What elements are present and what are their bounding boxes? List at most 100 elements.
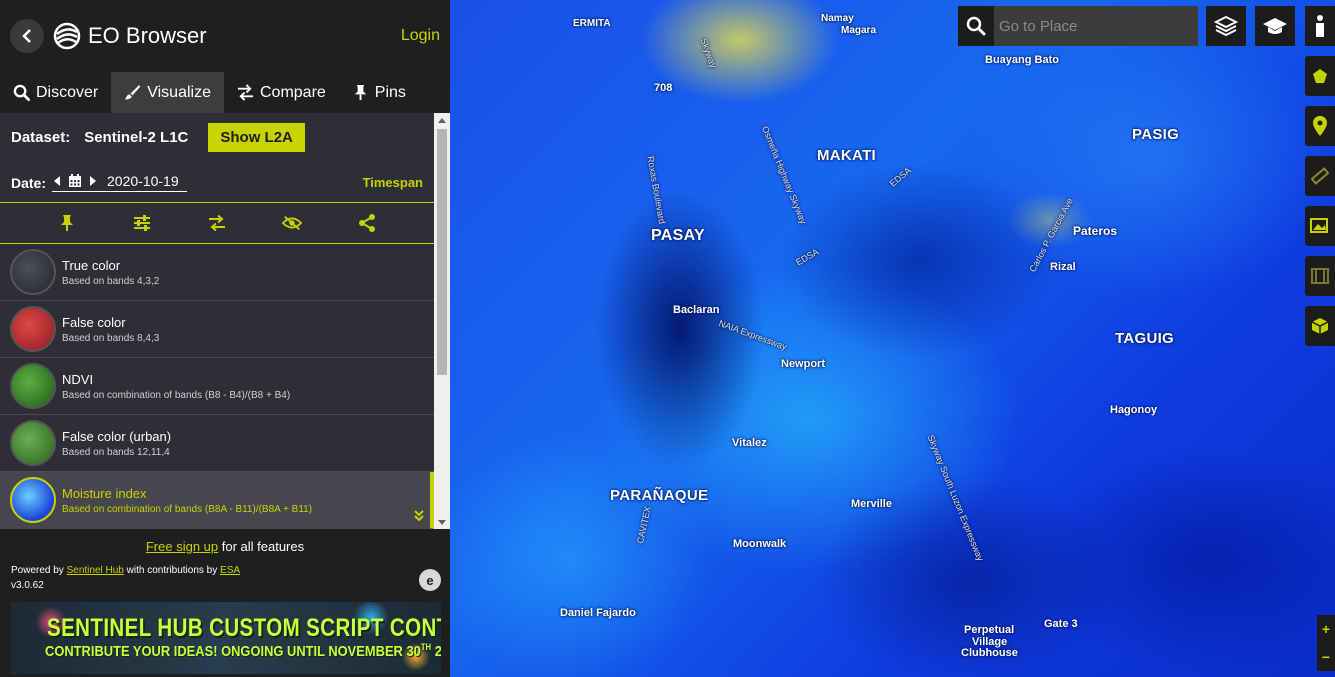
layer-list: True color Based on bands 4,3,2 False co… [0, 244, 434, 529]
date-picker: 2020-10-19 [52, 173, 187, 192]
map-label-perpetual: Perpetual [964, 624, 1015, 636]
map-label-pasay: PASAY [651, 227, 705, 244]
banner-subtitle: CONTRIBUTE YOUR IDEAS! ONGOING UNTIL NOV… [45, 642, 441, 660]
eo-browser-app: ERMITA Namay Magara Buayang Bato 708 MAK… [0, 0, 1335, 677]
layer-name: False color (urban) [62, 428, 172, 444]
pin-icon[interactable] [57, 213, 77, 233]
layer-item-false-color[interactable]: False color Based on bands 8,4,3 [0, 301, 434, 358]
chevron-double-down-icon[interactable] [414, 510, 424, 522]
map-label-708: 708 [654, 82, 673, 94]
road-label-south-luzon-expressway: Skyway South Luzon Expressway [925, 433, 986, 563]
layer-name: NDVI [62, 371, 94, 387]
dataset-value: Sentinel-2 L1C [84, 129, 189, 146]
calendar-icon[interactable] [68, 174, 82, 188]
share-icon[interactable] [357, 213, 377, 233]
map-label-hagonoy: Hagonoy [1110, 404, 1158, 416]
timespan-link[interactable]: Timespan [363, 175, 423, 190]
esa-link[interactable]: ESA [220, 565, 240, 576]
date-value[interactable]: 2020-10-19 [107, 173, 179, 189]
layer-item-true-color[interactable]: True color Based on bands 4,3,2 [0, 244, 434, 301]
scroll-up-icon[interactable] [434, 113, 450, 127]
map-label-moonwalk: Moonwalk [733, 538, 787, 550]
map-label-buayang-bato: Buayang Bato [985, 54, 1059, 66]
show-l2a-button[interactable]: Show L2A [208, 123, 305, 152]
scrollbar[interactable] [434, 113, 450, 529]
map-label-magara: Magara [841, 25, 877, 36]
film-icon[interactable] [1305, 256, 1335, 296]
map-label-vitalez: Vitalez [732, 437, 767, 449]
map-label-taguig: TAGUIG [1115, 330, 1175, 347]
sentinel-hub-link[interactable]: Sentinel Hub [67, 565, 124, 576]
map-view[interactable]: ERMITA Namay Magara Buayang Bato 708 MAK… [450, 0, 1335, 677]
map-label-makati: MAKATI [817, 147, 877, 164]
info-icon[interactable] [1305, 6, 1335, 46]
powered-by-text: Powered by Sentinel Hub with contributio… [11, 565, 240, 576]
road-label-edsa-1: EDSA [887, 165, 913, 189]
go-to-place-search [958, 6, 1198, 46]
layer-description: Based on combination of bands (B8 - B4)/… [62, 389, 291, 401]
swap-icon[interactable] [207, 213, 227, 233]
custom-script-contest-banner[interactable]: SENTINEL HUB CUSTOM SCRIPT CONTEST CONTR… [11, 602, 441, 674]
collapse-back-icon[interactable] [10, 19, 44, 53]
graduation-cap-icon[interactable] [1255, 6, 1295, 46]
search-icon [13, 84, 30, 101]
paintbrush-icon [125, 84, 141, 100]
hide-eye-icon[interactable] [281, 213, 302, 233]
ruler-icon[interactable] [1305, 156, 1335, 196]
next-date-icon[interactable] [89, 176, 97, 186]
road-label-naia-expressway: NAIA Expressway [717, 318, 789, 352]
layer-toolbar [0, 202, 434, 244]
search-icon[interactable] [958, 6, 994, 46]
zoom-out-button[interactable]: − [1322, 650, 1330, 664]
map-label-clubhouse: Clubhouse [961, 647, 1018, 659]
free-signup-link[interactable]: Free sign up [146, 539, 218, 554]
polygon-icon[interactable] [1305, 56, 1335, 96]
pin-icon [354, 84, 366, 101]
layer-thumbnail [10, 420, 56, 466]
road-label-osmena-skyway: Osmeña Highway Skyway [760, 124, 809, 226]
app-title: EO Browser [88, 23, 207, 48]
layer-name: True color [62, 257, 121, 273]
map-label-pasig: PASIG [1132, 126, 1180, 143]
layer-item-ndvi[interactable]: NDVI Based on combination of bands (B8 -… [0, 358, 434, 415]
map-label-namay: Namay [821, 13, 854, 24]
location-marker-icon[interactable] [1305, 106, 1335, 146]
tab-label: Pins [374, 83, 406, 101]
road-label-cavitex: CAVITEX [635, 505, 653, 545]
map-label-rizal: Rizal [1050, 261, 1076, 273]
sliders-icon[interactable] [132, 213, 152, 233]
dataset-row: Dataset: Sentinel-2 L1C Show L2A [11, 123, 305, 152]
signup-row: Free sign up for all features [0, 539, 450, 554]
road-label-edsa-2: EDSA [794, 246, 821, 268]
esa-logo-icon[interactable]: e [419, 569, 441, 591]
road-label-skyway: Skyway [698, 36, 719, 70]
layer-thumbnail [10, 363, 56, 409]
map-label-paranaque: PARAÑAQUE [610, 487, 709, 504]
sidebar-footer: Free sign up for all features Powered by… [0, 529, 450, 677]
scrollbar-thumb[interactable] [437, 129, 447, 375]
layer-thumbnail [10, 477, 56, 523]
tab-label: Discover [36, 83, 99, 101]
layers-icon[interactable] [1206, 6, 1246, 46]
tab-visualize[interactable]: Visualize [111, 72, 224, 113]
map-label-ermita: ERMITA [573, 18, 611, 29]
layer-thumbnail [10, 306, 56, 352]
tab-discover[interactable]: Discover [0, 72, 111, 113]
previous-date-icon[interactable] [54, 176, 61, 186]
layer-description: Based on bands 4,3,2 [62, 275, 160, 287]
sidebar-panel: EO Browser Login Discover Visualize Comp… [0, 0, 450, 677]
cube-3d-icon[interactable] [1305, 306, 1335, 346]
scroll-down-icon[interactable] [434, 515, 450, 529]
tab-label: Visualize [147, 83, 211, 101]
tab-pins[interactable]: Pins [339, 72, 419, 113]
layer-item-false-color-urban[interactable]: False color (urban) Based on bands 12,11… [0, 415, 434, 472]
layer-description: Based on combination of bands (B8A - B11… [62, 503, 313, 515]
image-download-icon[interactable] [1305, 206, 1335, 246]
tab-compare[interactable]: Compare [224, 72, 339, 113]
zoom-in-button[interactable]: + [1322, 622, 1330, 636]
map-label-pateros: Pateros [1073, 224, 1118, 238]
layer-item-moisture-index[interactable]: Moisture index Based on combination of b… [0, 472, 434, 529]
go-to-place-input[interactable] [994, 6, 1198, 46]
login-link[interactable]: Login [401, 27, 440, 45]
banner-subtitle-sup: TH [420, 642, 432, 652]
